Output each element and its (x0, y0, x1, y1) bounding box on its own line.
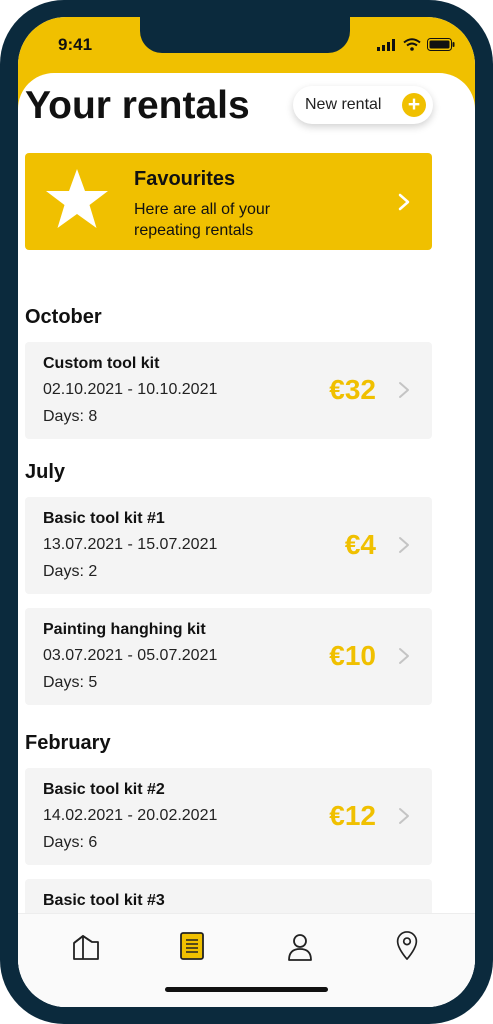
signal-icon (377, 38, 395, 51)
rental-price: €12 (329, 800, 376, 831)
favourites-title: Favourites (134, 168, 236, 190)
rental-days: Days: 6 (43, 834, 98, 851)
rental-dates: 03.07.2021 - 05.07.2021 (43, 647, 218, 664)
month-heading: July (25, 461, 66, 483)
rental-days: Days: 2 (43, 563, 98, 580)
chevron-right-icon (399, 537, 409, 553)
rental-card[interactable]: Basic tool kit #1 13.07.2021 - 15.07.202… (25, 497, 432, 594)
rental-name: Basic tool kit #1 (43, 510, 165, 527)
rental-price: €32 (329, 374, 376, 405)
tab-bar (18, 913, 475, 1007)
favourites-subtitle: Here are all of your repeating rentals (134, 201, 271, 239)
rental-name: Custom tool kit (43, 355, 160, 372)
rental-days: Days: 5 (43, 674, 98, 691)
new-rental-label: New rental (305, 96, 382, 113)
month-heading: February (25, 732, 111, 754)
month-heading: October (25, 306, 102, 328)
page-title: Your rentals (25, 84, 250, 127)
chevron-right-icon (398, 193, 410, 211)
chevron-right-icon (399, 808, 409, 824)
rental-dates: 14.02.2021 - 20.02.2021 (43, 807, 218, 824)
plus-icon: + (402, 93, 426, 117)
rental-days: Days: 8 (43, 408, 98, 425)
home-indicator (165, 987, 328, 992)
rental-name: Painting hanghing kit (43, 621, 206, 638)
profile-icon[interactable] (285, 932, 315, 962)
rental-dates: 02.10.2021 - 10.10.2021 (43, 381, 218, 398)
rental-card[interactable]: Painting hanghing kit 03.07.2021 - 05.07… (25, 608, 432, 705)
rental-card[interactable]: Custom tool kit 02.10.2021 - 10.10.2021 … (25, 342, 432, 439)
notch (140, 17, 350, 53)
status-icons (377, 38, 455, 51)
rental-name: Basic tool kit #2 (43, 781, 165, 798)
home-icon[interactable] (71, 932, 101, 962)
document-icon[interactable] (177, 931, 207, 961)
location-pin-icon[interactable] (392, 931, 422, 961)
rental-price: €10 (329, 640, 376, 671)
status-time: 9:41 (58, 35, 93, 54)
wifi-icon (403, 38, 421, 51)
chevron-right-icon (399, 382, 409, 398)
chevron-right-icon (399, 648, 409, 664)
star-icon (46, 169, 108, 228)
favourites-card[interactable]: Favourites Here are all of your repeatin… (25, 153, 432, 250)
rental-card[interactable]: Basic tool kit #2 14.02.2021 - 20.02.202… (25, 768, 432, 865)
battery-icon (427, 38, 455, 51)
rental-name: Basic tool kit #3 (43, 892, 165, 909)
rental-dates: 13.07.2021 - 15.07.2021 (43, 536, 218, 553)
new-rental-button[interactable]: New rental + (293, 86, 433, 124)
rental-price: €4 (344, 529, 376, 560)
